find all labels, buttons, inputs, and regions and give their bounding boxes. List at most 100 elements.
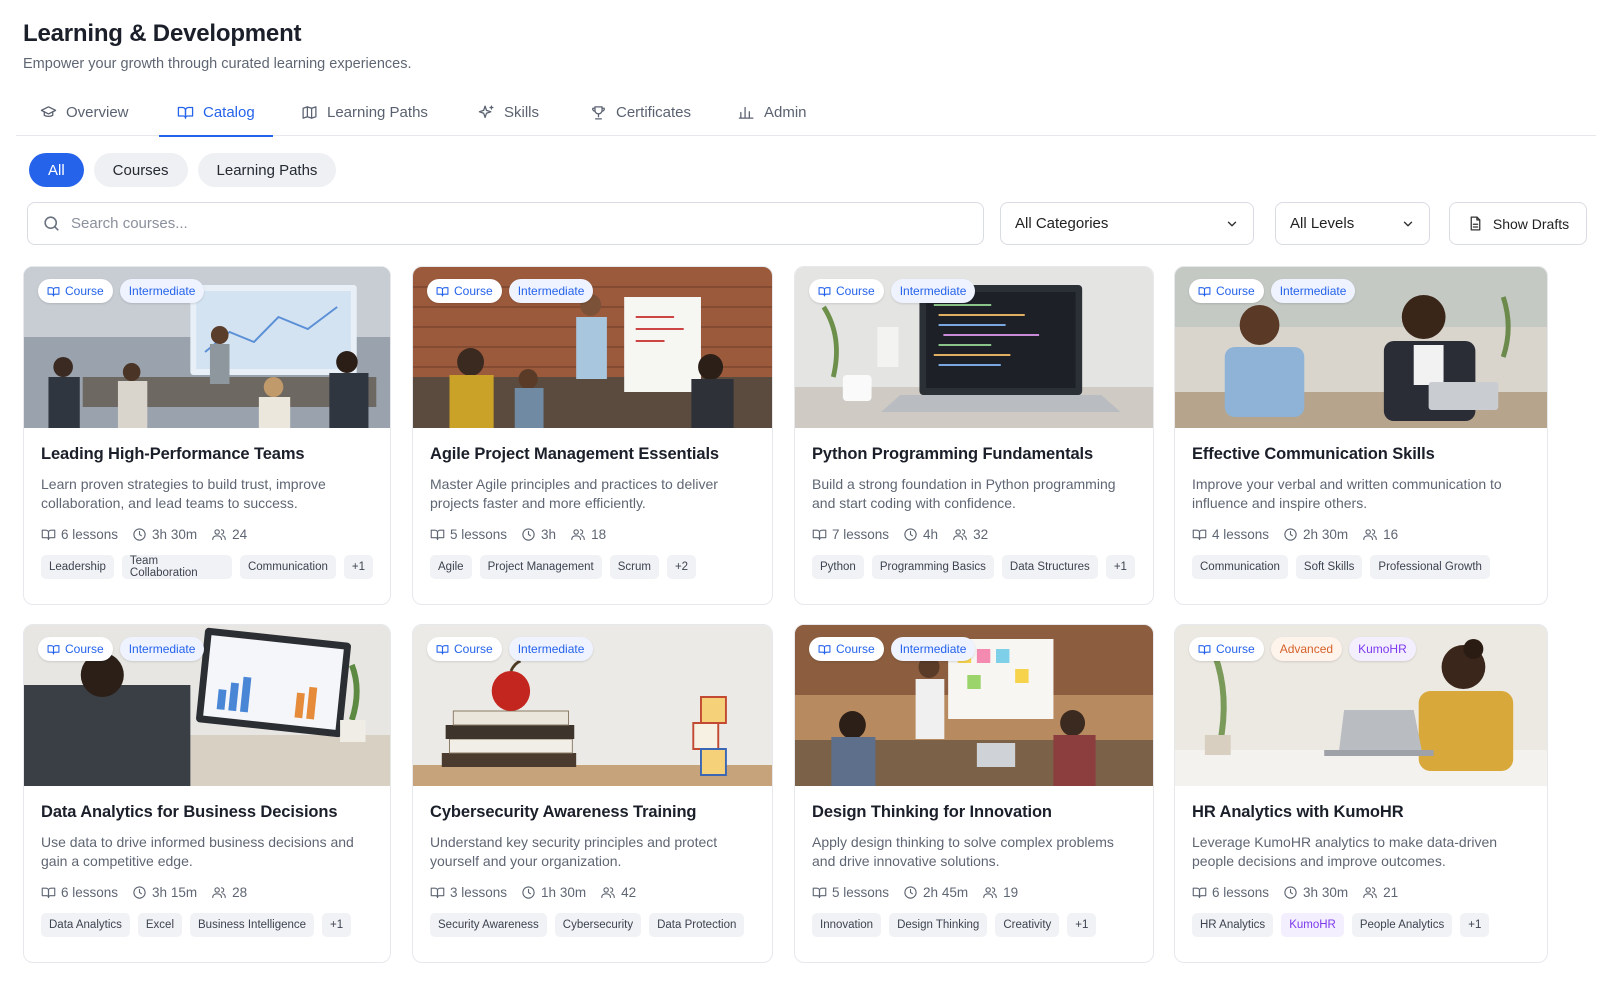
book-open-icon <box>818 644 831 654</box>
course-card[interactable]: Course Intermediate Cybersecurity Awaren… <box>412 624 773 963</box>
skill-tag: Business Intelligence <box>190 913 315 937</box>
level-badge: Advanced <box>1270 637 1343 661</box>
more-tags-count: +1 <box>1105 555 1135 579</box>
tab-certificates[interactable]: Certificates <box>590 88 691 136</box>
clock-icon <box>522 528 535 541</box>
tab-label: Skills <box>504 103 540 121</box>
type-badge-label: Course <box>454 284 493 298</box>
users-icon <box>571 529 585 541</box>
course-badges: Course Advanced KumoHR <box>1189 637 1416 661</box>
course-card[interactable]: Course Intermediate Data Analytics for B… <box>23 624 391 963</box>
users-icon <box>212 529 226 541</box>
book-open-icon <box>1198 286 1211 296</box>
duration: 3h 30m <box>132 527 197 542</box>
type-badge: Course <box>1189 279 1264 303</box>
level-select-value: All Levels <box>1290 215 1355 232</box>
chevron-down-icon <box>1403 221 1413 226</box>
course-card[interactable]: Course Intermediate Leading High-Perform… <box>23 266 391 605</box>
page-title: Learning & Development <box>23 20 302 47</box>
lessons-count: 6 lessons <box>41 527 118 542</box>
course-image: Course Intermediate <box>795 267 1153 428</box>
skill-tag: Data Structures <box>1001 555 1098 579</box>
tab-admin[interactable]: Admin <box>738 88 807 136</box>
course-tags: Communication Soft Skills Professional Gro… <box>1192 555 1530 579</box>
level-badge: Intermediate <box>508 637 594 661</box>
course-image: Course Advanced KumoHR <box>1175 625 1547 786</box>
users-icon <box>983 887 997 899</box>
book-open-icon <box>436 286 449 296</box>
pill-learning-paths[interactable]: Learning Paths <box>197 153 337 187</box>
skill-tag: Design Thinking <box>889 913 988 937</box>
course-image: Course Intermediate <box>413 267 772 428</box>
tab-skills[interactable]: Skills <box>478 88 539 136</box>
lessons-count: 6 lessons <box>1192 885 1269 900</box>
type-badge-label: Course <box>454 642 493 656</box>
course-badges: Course Intermediate <box>1189 279 1356 303</box>
users-icon <box>953 529 967 541</box>
book-open-icon <box>818 286 831 296</box>
tab-overview[interactable]: Overview <box>40 88 129 136</box>
duration: 1h 30m <box>521 885 586 900</box>
learners-count: 32 <box>952 527 988 542</box>
book-open-icon <box>177 106 194 119</box>
skill-tag: Soft Skills <box>1295 555 1363 579</box>
tab-label: Learning Paths <box>327 103 428 121</box>
duration: 2h 30m <box>1283 527 1348 542</box>
course-card[interactable]: Course Intermediate Agile Project Manage… <box>412 266 773 605</box>
skill-tag: Communication <box>1192 555 1288 579</box>
lessons-count: 3 lessons <box>430 885 507 900</box>
users-icon <box>601 887 615 899</box>
skill-tag: Excel <box>137 913 182 937</box>
course-description: Understand key security principles and p… <box>430 834 718 869</box>
course-image: Course Intermediate <box>24 267 390 428</box>
course-card[interactable]: Course Advanced KumoHR HR Analytics with… <box>1174 624 1548 963</box>
tab-catalog[interactable]: Catalog <box>159 88 273 137</box>
type-badge-label: Course <box>65 284 104 298</box>
course-badges: Course Intermediate <box>427 637 594 661</box>
trophy-icon <box>592 105 605 120</box>
course-badges: Course Intermediate <box>38 279 205 303</box>
book-open-icon <box>41 529 56 541</box>
duration: 3h 15m <box>132 885 197 900</box>
course-tags: Security Awareness Cybersecurity Data Prot… <box>430 913 755 937</box>
book-open-icon <box>812 887 827 899</box>
map-icon <box>302 105 317 119</box>
course-meta: 6 lessons 3h 30m 24 <box>41 527 373 542</box>
course-meta: 4 lessons 2h 30m 16 <box>1192 527 1530 542</box>
course-image: Course Intermediate <box>413 625 772 786</box>
search-icon <box>44 216 59 231</box>
type-badge-label: Course <box>836 284 875 298</box>
skill-tag: Programming Basics <box>871 555 994 579</box>
course-image: Course Intermediate <box>24 625 390 786</box>
duration: 2h 45m <box>903 885 968 900</box>
lessons-count: 5 lessons <box>430 527 507 542</box>
main-tabs: Overview Catalog Learning Paths Skills C… <box>16 88 1596 137</box>
clock-icon <box>904 886 917 899</box>
clock-icon <box>133 528 146 541</box>
course-meta: 3 lessons 1h 30m 42 <box>430 885 755 900</box>
course-card[interactable]: Course Intermediate Design Thinking for … <box>794 624 1154 963</box>
book-open-icon <box>47 644 60 654</box>
show-drafts-button[interactable]: Show Drafts <box>1449 202 1587 245</box>
course-tags: Agile Project Management Scrum +2 <box>430 555 755 579</box>
duration: 4h <box>903 527 938 542</box>
search-input[interactable] <box>71 215 951 232</box>
course-card[interactable]: Course Intermediate Effective Communicat… <box>1174 266 1548 605</box>
clock-icon <box>133 886 146 899</box>
skill-tag: Data Protection <box>649 913 745 937</box>
skill-tag: Security Awareness <box>430 913 547 937</box>
category-select[interactable]: All Categories <box>1000 202 1254 245</box>
page-header: Learning & Development Empower your grow… <box>23 20 412 72</box>
tab-label: Overview <box>66 103 129 121</box>
pill-courses[interactable]: Courses <box>93 153 188 187</box>
course-meta: 6 lessons 3h 15m 28 <box>41 885 373 900</box>
pill-all[interactable]: All <box>29 153 84 187</box>
tab-label: Admin <box>764 103 807 121</box>
graduation-cap-icon <box>40 105 57 117</box>
tab-learning-paths[interactable]: Learning Paths <box>301 88 428 136</box>
level-select[interactable]: All Levels <box>1275 202 1430 245</box>
course-card[interactable]: Course Intermediate Python Programming F… <box>794 266 1154 605</box>
course-description: Master Agile principles and practices to… <box>430 476 718 511</box>
course-badges: Course Intermediate <box>809 279 976 303</box>
clock-icon <box>1284 528 1297 541</box>
